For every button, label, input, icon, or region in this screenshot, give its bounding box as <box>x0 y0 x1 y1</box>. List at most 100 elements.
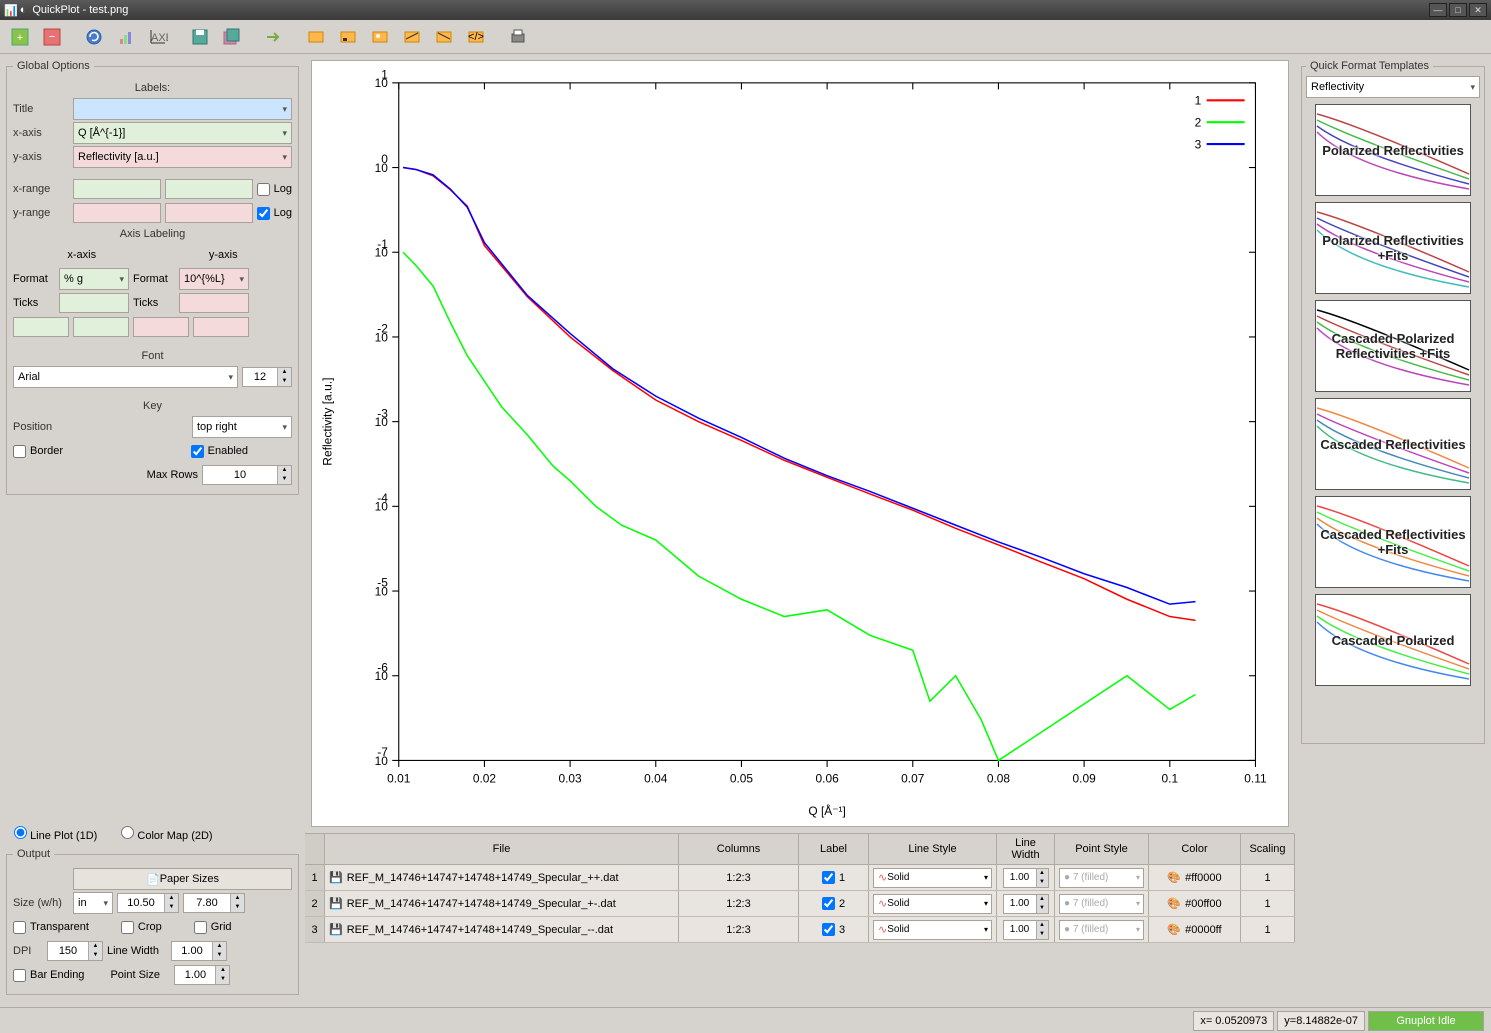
line-style-combo[interactable]: ∿ Solid <box>873 894 992 914</box>
toolbar-print-icon[interactable] <box>504 23 532 51</box>
label-checkbox[interactable] <box>822 871 835 884</box>
border-checkbox[interactable] <box>13 445 26 458</box>
toolbar-image1-icon[interactable] <box>302 23 330 51</box>
status-bar: x= 0.0520973 y=8.14882e-07 Gnuplot Idle <box>0 1007 1491 1033</box>
scaling-cell[interactable]: 1 <box>1241 891 1295 916</box>
font-header: Font <box>13 350 292 362</box>
linewidth-spinner[interactable]: ▲▼ <box>171 941 227 961</box>
xtick-extra2[interactable] <box>73 317 129 337</box>
title-combo[interactable] <box>73 98 292 120</box>
toolbar-export-icon[interactable] <box>260 23 288 51</box>
transparent-checkbox[interactable] <box>13 921 26 934</box>
color-value: #00ff00 <box>1185 898 1222 910</box>
xtick-extra1[interactable] <box>13 317 69 337</box>
template-cascaded-polarized-reflectivities-fits[interactable]: Cascaded Polarized Reflectivities +Fits <box>1315 300 1471 392</box>
table-row[interactable]: 3 💾 REF_M_14746+14747+14748+14749_Specul… <box>305 917 1295 943</box>
svg-text:0.09: 0.09 <box>1073 771 1097 785</box>
xrange-min-input[interactable] <box>73 179 161 199</box>
toolbar-image6-icon[interactable]: </> <box>462 23 490 51</box>
template-polarized-reflectivities[interactable]: Polarized Reflectivities <box>1315 104 1471 196</box>
app-icon: 📊 <box>4 4 18 17</box>
color-map-radio[interactable]: Color Map (2D) <box>121 826 212 842</box>
columns-cell[interactable]: 1:2:3 <box>679 891 799 916</box>
line-width-spinner[interactable]: ▲▼ <box>1003 920 1049 940</box>
fontsize-spinner[interactable]: ▲▼ <box>242 367 292 387</box>
template-cascaded-reflectivities-fits[interactable]: Cascaded Reflectivities +Fits <box>1315 496 1471 588</box>
yrange-min-input[interactable] <box>73 203 161 223</box>
dpi-label: DPI <box>13 945 43 957</box>
toolbar-chart-icon[interactable] <box>112 23 140 51</box>
template-cascaded-polarized[interactable]: Cascaded Polarized <box>1315 594 1471 686</box>
toolbar-image3-icon[interactable] <box>366 23 394 51</box>
size-unit-combo[interactable]: in <box>73 892 113 914</box>
enabled-checkbox[interactable] <box>191 445 204 458</box>
ylog-checkbox[interactable] <box>257 207 270 220</box>
table-row[interactable]: 2 💾 REF_M_14746+14747+14748+14749_Specul… <box>305 891 1295 917</box>
table-row[interactable]: 1 💾 REF_M_14746+14747+14748+14749_Specul… <box>305 865 1295 891</box>
format-y-combo[interactable]: 10^{%L} <box>179 268 249 290</box>
svg-text:-6: -6 <box>377 660 388 674</box>
ticks-y-input[interactable] <box>179 293 249 313</box>
maxrows-spinner[interactable]: ▲▼ <box>202 465 292 485</box>
toolbar-saveall-icon[interactable] <box>218 23 246 51</box>
color-picker-icon[interactable]: 🎨 <box>1167 923 1181 936</box>
xrange-max-input[interactable] <box>165 179 253 199</box>
format-y-label: Format <box>133 273 175 285</box>
line-style-combo[interactable]: ∿ Solid <box>873 868 992 888</box>
toolbar-add-icon[interactable]: + <box>6 23 34 51</box>
crop-checkbox[interactable] <box>121 921 134 934</box>
barending-label: Bar Ending <box>30 969 84 981</box>
barending-checkbox[interactable] <box>13 969 26 982</box>
label-checkbox[interactable] <box>822 897 835 910</box>
svg-text:0.03: 0.03 <box>558 771 582 785</box>
line-width-spinner[interactable]: ▲▼ <box>1003 894 1049 914</box>
line-plot-radio[interactable]: Line Plot (1D) <box>14 826 97 842</box>
svg-text:−: − <box>49 31 55 43</box>
format-x-combo[interactable]: % g <box>59 268 129 290</box>
toolbar-remove-icon[interactable]: − <box>38 23 66 51</box>
position-combo[interactable]: top right <box>192 416 292 438</box>
close-button[interactable]: ✕ <box>1469 3 1487 17</box>
yaxis-combo[interactable]: Reflectivity [a.u.] <box>73 146 292 168</box>
plot-area[interactable]: 0.010.020.030.040.050.060.070.080.090.10… <box>311 60 1289 827</box>
toolbar-image4-icon[interactable] <box>398 23 426 51</box>
point-style-combo[interactable]: ● 7 (filled) <box>1059 920 1144 940</box>
xrange-label: x-range <box>13 183 69 195</box>
yrange-max-input[interactable] <box>165 203 253 223</box>
line-width-spinner[interactable]: ▲▼ <box>1003 868 1049 888</box>
columns-cell[interactable]: 1:2:3 <box>679 865 799 890</box>
color-picker-icon[interactable]: 🎨 <box>1167 897 1181 910</box>
scaling-cell[interactable]: 1 <box>1241 917 1295 942</box>
enabled-label: Enabled <box>208 445 248 457</box>
xaxis-combo[interactable]: Q [Å^{-1}] <box>73 122 292 144</box>
toolbar-save-icon[interactable] <box>186 23 214 51</box>
label-checkbox[interactable] <box>822 923 835 936</box>
point-style-combo[interactable]: ● 7 (filled) <box>1059 868 1144 888</box>
template-cascaded-reflectivities[interactable]: Cascaded Reflectivities <box>1315 398 1471 490</box>
ytick-extra2[interactable] <box>193 317 249 337</box>
line-style-combo[interactable]: ∿ Solid <box>873 920 992 940</box>
font-combo[interactable]: Arial <box>13 366 238 388</box>
color-picker-icon[interactable]: 🎨 <box>1167 871 1181 884</box>
ytick-extra1[interactable] <box>133 317 189 337</box>
size-w-spinner[interactable]: ▲▼ <box>117 893 179 913</box>
toolbar-axes-icon[interactable]: AXES <box>144 23 172 51</box>
point-style-combo[interactable]: ● 7 (filled) <box>1059 894 1144 914</box>
dpi-spinner[interactable]: ▲▼ <box>47 941 103 961</box>
columns-cell[interactable]: 1:2:3 <box>679 917 799 942</box>
scaling-cell[interactable]: 1 <box>1241 865 1295 890</box>
grid-checkbox[interactable] <box>194 921 207 934</box>
paper-sizes-button[interactable]: 📄 Paper Sizes <box>73 868 292 890</box>
minimize-button[interactable]: — <box>1429 3 1447 17</box>
ticks-x-input[interactable] <box>59 293 129 313</box>
pointsize-spinner[interactable]: ▲▼ <box>174 965 230 985</box>
size-h-spinner[interactable]: ▲▼ <box>183 893 245 913</box>
toolbar-refresh-icon[interactable] <box>80 23 108 51</box>
toolbar-image5-icon[interactable] <box>430 23 458 51</box>
output-legend: Output <box>13 848 54 860</box>
xlog-checkbox[interactable] <box>257 183 270 196</box>
maximize-button[interactable]: □ <box>1449 3 1467 17</box>
toolbar-image2-icon[interactable] <box>334 23 362 51</box>
template-category-combo[interactable]: Reflectivity <box>1306 76 1480 98</box>
template-polarized-reflectivities-fits[interactable]: Polarized Reflectivities +Fits <box>1315 202 1471 294</box>
